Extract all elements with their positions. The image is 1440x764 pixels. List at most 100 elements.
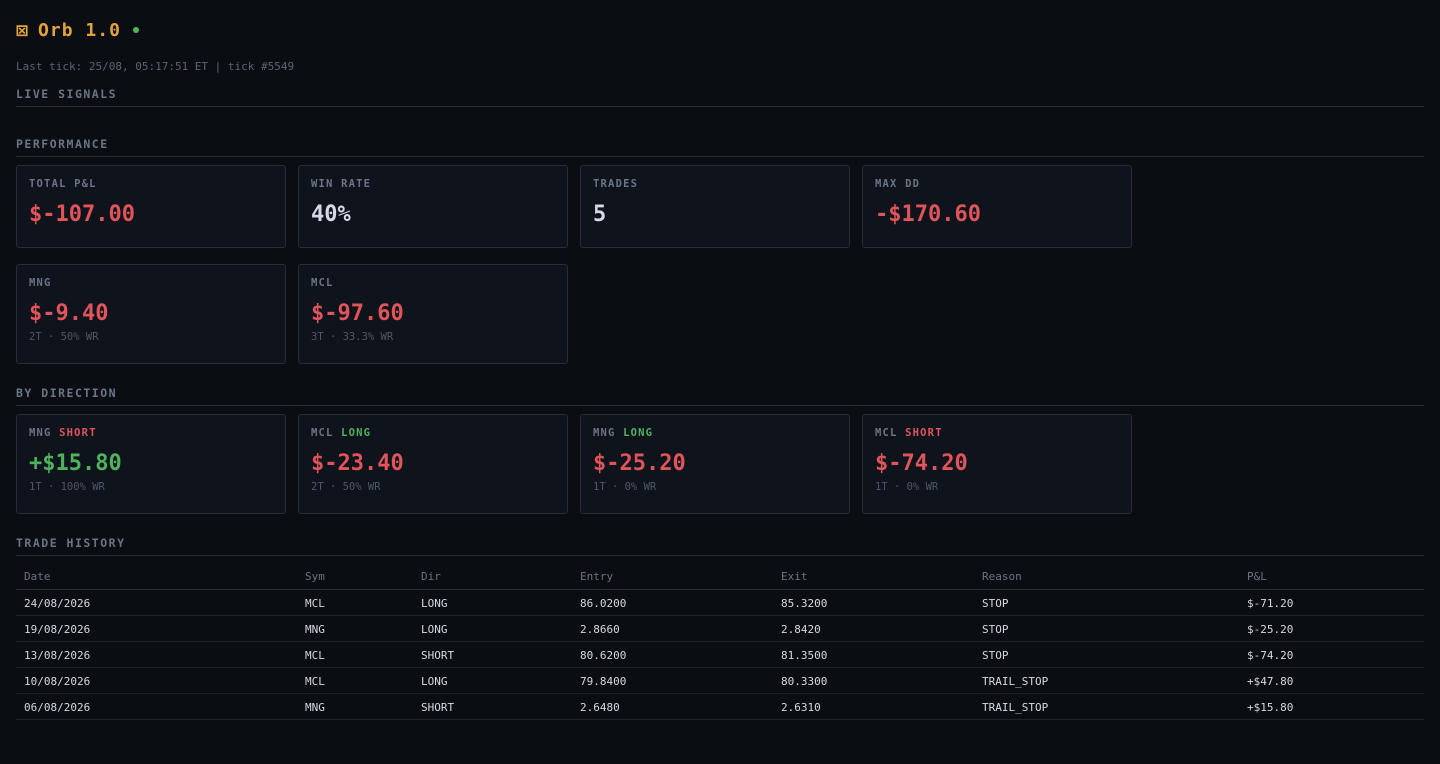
cell-exit: 80.3300 — [773, 667, 974, 694]
cell-pnl: +$47.80 — [1239, 667, 1424, 694]
card-value: 40% — [311, 202, 351, 227]
table-row[interactable]: 10/08/2026 MCL LONG 79.8400 80.3300 TRAI… — [16, 667, 1424, 694]
stat-card-trades: TRADES 5 — [580, 165, 850, 248]
cell-reason: TRAIL_STOP — [974, 693, 1239, 720]
section-title-trade-history: TRADE HISTORY — [16, 536, 1424, 556]
stat-card-total-pnl: TOTAL P&L $-107.00 — [16, 165, 286, 248]
app-header: ⊠ Orb 1.0 — [16, 0, 1424, 60]
cell-exit: 85.3200 — [773, 589, 974, 616]
card-label: TOTAL P&L — [29, 178, 97, 190]
card-label: MNG SHORT — [29, 427, 273, 441]
card-value: $-107.00 — [29, 202, 135, 227]
cell-pnl: $-74.20 — [1239, 641, 1424, 668]
card-value: $-9.40 — [29, 301, 109, 326]
card-label: MCL — [311, 277, 334, 289]
column-header-pnl[interactable]: P&L — [1239, 562, 1424, 590]
card-label: TRADES — [593, 178, 639, 190]
symbol-card-mng: MNG $-9.40 2T · 50% WR — [16, 264, 286, 364]
performance-summary-cards: TOTAL P&L $-107.00 WIN RATE 40% TRADES 5… — [16, 165, 1424, 248]
card-subtext: 1T · 100% WR — [29, 481, 105, 493]
card-direction: SHORT — [905, 427, 943, 439]
cell-date: 06/08/2026 — [16, 693, 297, 720]
app-title: Orb 1.0 — [38, 19, 121, 41]
table-row[interactable]: 19/08/2026 MNG LONG 2.8660 2.8420 STOP $… — [16, 615, 1424, 642]
card-direction: SHORT — [59, 427, 97, 439]
last-tick-status: Last tick: 25/08, 05:17:51 ET | tick #55… — [16, 60, 295, 73]
cell-exit: 2.8420 — [773, 615, 974, 642]
card-value: $-74.20 — [875, 451, 968, 476]
section-title-by-direction: BY DIRECTION — [16, 386, 1424, 406]
card-subtext: 3T · 33.3% WR — [311, 331, 394, 343]
cell-entry: 2.6480 — [572, 693, 773, 720]
card-label: MAX DD — [875, 178, 921, 190]
section-title-live-signals: LIVE SIGNALS — [16, 87, 1424, 107]
card-value: $-25.20 — [593, 451, 686, 476]
direction-card-mng-long: MNG LONG $-25.20 1T · 0% WR — [580, 414, 850, 514]
cell-entry: 86.0200 — [572, 589, 773, 616]
direction-cards: MNG SHORT +$15.80 1T · 100% WR MCL LONG … — [16, 414, 1424, 514]
card-symbol: MCL — [875, 427, 898, 439]
cell-sym: MCL — [297, 641, 413, 668]
cell-date: 13/08/2026 — [16, 641, 297, 668]
cell-dir: LONG — [413, 589, 572, 616]
trade-history-table: Date Sym Dir Entry Exit Reason P&L 24/08… — [16, 562, 1424, 720]
card-subtext: 2T · 50% WR — [311, 481, 381, 493]
column-header-entry[interactable]: Entry — [572, 562, 773, 590]
cell-reason: TRAIL_STOP — [974, 667, 1239, 694]
cell-sym: MCL — [297, 667, 413, 694]
table-row[interactable]: 13/08/2026 MCL SHORT 80.6200 81.3500 STO… — [16, 641, 1424, 668]
cell-date: 24/08/2026 — [16, 589, 297, 616]
card-direction: LONG — [341, 427, 372, 439]
direction-card-mcl-short: MCL SHORT $-74.20 1T · 0% WR — [862, 414, 1132, 514]
stat-card-max-dd: MAX DD -$170.60 — [862, 165, 1132, 248]
card-subtext: 1T · 0% WR — [875, 481, 939, 493]
card-symbol: MNG — [593, 427, 616, 439]
table-row[interactable]: 06/08/2026 MNG SHORT 2.6480 2.6310 TRAIL… — [16, 693, 1424, 720]
card-value: +$15.80 — [29, 451, 122, 476]
card-label: WIN RATE — [311, 178, 372, 190]
cell-pnl: +$15.80 — [1239, 693, 1424, 720]
table-header-row: Date Sym Dir Entry Exit Reason P&L — [16, 562, 1424, 590]
column-header-dir[interactable]: Dir — [413, 562, 572, 590]
cell-dir: SHORT — [413, 641, 572, 668]
cell-pnl: $-25.20 — [1239, 615, 1424, 642]
cell-entry: 79.8400 — [572, 667, 773, 694]
card-label: MCL SHORT — [875, 427, 1119, 441]
cell-sym: MNG — [297, 615, 413, 642]
direction-card-mcl-long: MCL LONG $-23.40 2T · 50% WR — [298, 414, 568, 514]
symbol-card-mcl: MCL $-97.60 3T · 33.3% WR — [298, 264, 568, 364]
table-row[interactable]: 24/08/2026 MCL LONG 86.0200 85.3200 STOP… — [16, 589, 1424, 616]
card-value: $-23.40 — [311, 451, 404, 476]
cell-date: 10/08/2026 — [16, 667, 297, 694]
column-header-reason[interactable]: Reason — [974, 562, 1239, 590]
cell-sym: MCL — [297, 589, 413, 616]
card-value: $-97.60 — [311, 301, 404, 326]
cell-reason: STOP — [974, 641, 1239, 668]
card-symbol: MCL — [311, 427, 334, 439]
card-subtext: 1T · 0% WR — [593, 481, 657, 493]
card-value: -$170.60 — [875, 202, 981, 227]
card-label: MCL LONG — [311, 427, 555, 441]
cell-dir: LONG — [413, 667, 572, 694]
dashboard: ⊠ Orb 1.0 Last tick: 25/08, 05:17:51 ET … — [0, 0, 1440, 720]
cell-date: 19/08/2026 — [16, 615, 297, 642]
logo-icon: ⊠ — [16, 18, 29, 42]
card-symbol: MNG — [29, 427, 52, 439]
column-header-date[interactable]: Date — [16, 562, 297, 590]
section-title-performance: PERFORMANCE — [16, 137, 1424, 157]
card-subtext: 2T · 50% WR — [29, 331, 99, 343]
cell-entry: 80.6200 — [572, 641, 773, 668]
card-label: MNG — [29, 277, 52, 289]
card-direction: LONG — [623, 427, 654, 439]
cell-exit: 2.6310 — [773, 693, 974, 720]
cell-reason: STOP — [974, 589, 1239, 616]
cell-entry: 2.8660 — [572, 615, 773, 642]
column-header-exit[interactable]: Exit — [773, 562, 974, 590]
card-label: MNG LONG — [593, 427, 837, 441]
cell-sym: MNG — [297, 693, 413, 720]
direction-card-mng-short: MNG SHORT +$15.80 1T · 100% WR — [16, 414, 286, 514]
cell-dir: SHORT — [413, 693, 572, 720]
cell-reason: STOP — [974, 615, 1239, 642]
column-header-sym[interactable]: Sym — [297, 562, 413, 590]
cell-dir: LONG — [413, 615, 572, 642]
